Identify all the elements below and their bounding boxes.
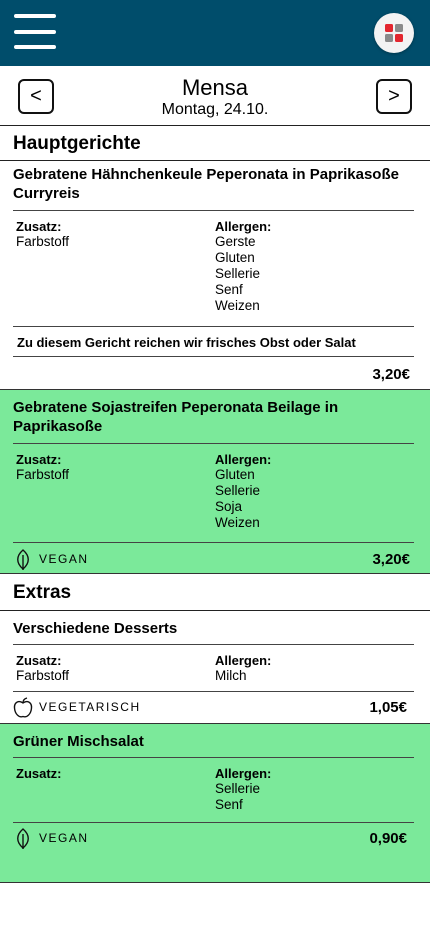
dish-card[interactable]: Gebratene Sojastreifen Peperonata Beilag…	[0, 389, 430, 574]
dish-price: 3,20€	[372, 366, 410, 383]
allergen-value: Gluten	[215, 467, 255, 482]
apple-icon	[13, 697, 33, 718]
section-title-extras: Extras	[0, 574, 430, 611]
menu-line	[14, 45, 56, 49]
diet-tag-label: VEGETARISCH	[39, 700, 141, 714]
date-label: Montag, 24.10.	[161, 101, 269, 118]
menu-line	[14, 14, 56, 18]
divider	[13, 757, 414, 758]
section-title-main: Hauptgerichte	[0, 127, 430, 161]
divider	[13, 210, 414, 211]
allergen-value: Sellerie	[215, 781, 261, 796]
diet-tag-label: VEGAN	[39, 831, 89, 845]
divider	[13, 644, 414, 645]
additive-value: Farbstoff	[16, 234, 70, 249]
leaf-icon	[17, 828, 29, 849]
allergen-value: Sellerie	[215, 483, 261, 498]
dish-price: 0,90€	[369, 830, 407, 847]
leaf-icon	[17, 549, 29, 570]
allergen-value: Soja	[215, 499, 243, 514]
hamburger-menu-icon[interactable]	[14, 14, 56, 50]
date-navigation: < Mensa Montag, 24.10. >	[0, 66, 430, 126]
dish-card[interactable]: Gebratene Hähnchenkeule Peperonata in Pa…	[0, 161, 430, 389]
additives-label: Zusatz:	[16, 766, 62, 781]
diet-tag-label: VEGAN	[39, 552, 89, 566]
divider	[13, 542, 414, 543]
divider	[13, 443, 414, 444]
dish-price: 1,05€	[369, 699, 407, 716]
allergen-value: Milch	[215, 668, 247, 683]
allergen-value: Weizen	[215, 515, 260, 530]
dish-name: Gebratene Hähnchenkeule Peperonata in Pa…	[13, 166, 399, 202]
divider	[13, 691, 414, 692]
allergen-value: Gluten	[215, 250, 255, 265]
top-app-bar	[0, 0, 430, 66]
dish-note: Zu diesem Gericht reichen wir frisches O…	[17, 335, 356, 350]
divider	[13, 326, 414, 327]
allergen-value: Sellerie	[215, 266, 261, 281]
dish-name: Gebratene Sojastreifen Peperonata Beilag…	[13, 399, 339, 435]
dish-card[interactable]: Verschiedene Desserts Zusatz: Farbstoff …	[0, 611, 430, 723]
additive-value: Farbstoff	[16, 668, 70, 683]
allergens-label: Allergen:	[215, 452, 272, 467]
divider	[13, 356, 414, 357]
additive-value: Farbstoff	[16, 467, 70, 482]
allergen-value: Gerste	[215, 234, 256, 249]
page-title: Mensa	[181, 75, 249, 100]
additives-label: Zusatz:	[16, 653, 62, 668]
additives-label: Zusatz:	[16, 219, 62, 234]
allergen-value: Senf	[215, 797, 243, 812]
dish-price: 3,20€	[372, 551, 410, 568]
allergens-label: Allergen:	[215, 653, 272, 668]
next-day-button[interactable]: >	[376, 79, 412, 114]
menu-line	[14, 30, 56, 34]
additives-label: Zusatz:	[16, 452, 62, 467]
allergen-value: Senf	[215, 282, 243, 297]
divider	[13, 822, 414, 823]
allergens-label: Allergen:	[215, 219, 272, 234]
dish-name: Grüner Mischsalat	[13, 733, 144, 750]
dish-card[interactable]: Grüner Mischsalat Zusatz: Allergen: Sell…	[0, 723, 430, 883]
dish-name: Verschiedene Desserts	[13, 620, 178, 637]
allergens-label: Allergen:	[215, 766, 272, 781]
app-grid-icon[interactable]	[374, 13, 414, 53]
allergen-value: Weizen	[215, 298, 260, 313]
